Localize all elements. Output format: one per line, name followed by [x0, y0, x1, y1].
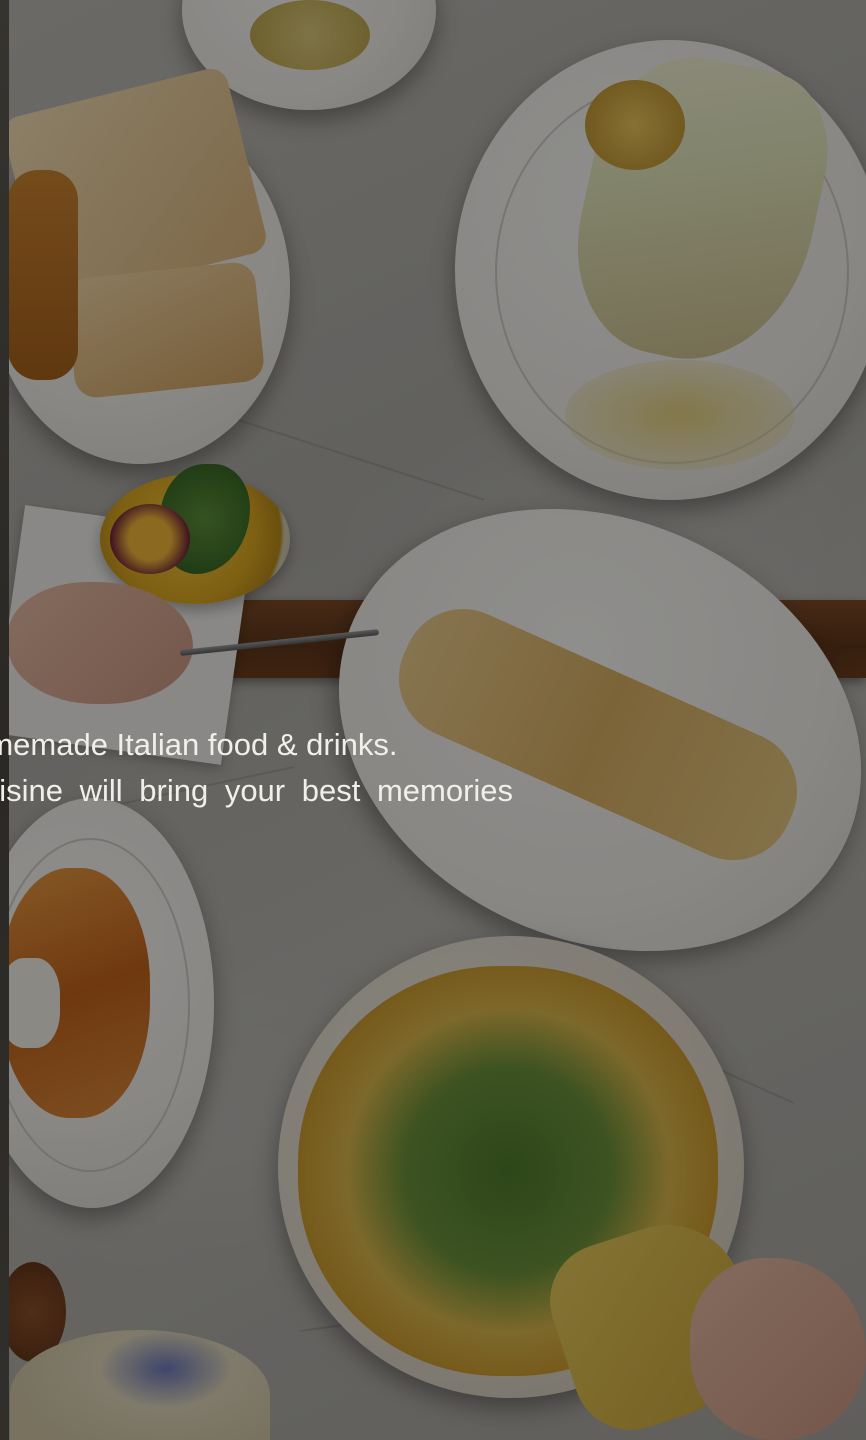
hero-section: ntic homemade Italian food & drinks. uis… [0, 0, 866, 1440]
tagline-line-1: ntic homemade Italian food & drinks. [0, 727, 398, 762]
dark-overlay [0, 0, 866, 1440]
tagline-line-2: uisine will bring your best memories [0, 773, 514, 808]
hero-tagline: ntic homemade Italian food & drinks. uis… [0, 722, 866, 814]
